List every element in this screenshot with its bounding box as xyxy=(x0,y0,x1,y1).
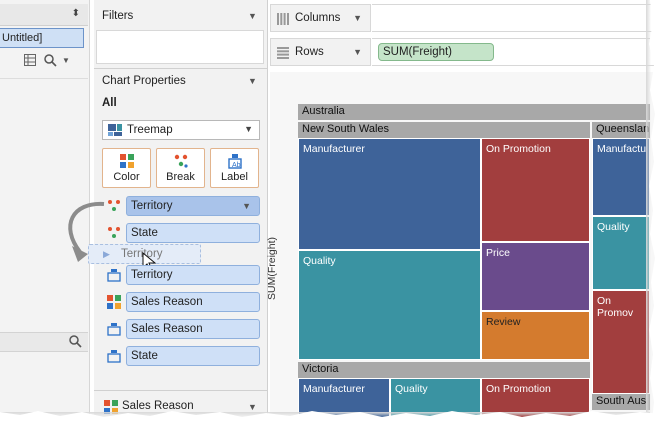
treemap-cell[interactable]: Manufactu xyxy=(592,138,650,216)
treemap-cell[interactable]: On Promov xyxy=(592,290,650,394)
break-icon xyxy=(108,200,120,211)
rows-shelf[interactable]: Rows ▼ xyxy=(270,38,371,66)
treemap-icon xyxy=(108,124,122,136)
sales-reason-color-pill[interactable]: Sales Reason xyxy=(126,292,260,312)
color-icon xyxy=(119,154,134,168)
search-icon[interactable] xyxy=(69,335,82,351)
y-axis-label: SUM(Freight) xyxy=(266,236,278,300)
divider xyxy=(94,68,268,69)
color-button[interactable]: Color xyxy=(102,148,151,188)
divider xyxy=(0,78,88,79)
state-label-pill[interactable]: State xyxy=(126,346,260,366)
table-view-icon[interactable] xyxy=(24,54,36,69)
sales-reason-label-pill[interactable]: Sales Reason xyxy=(126,319,260,339)
pill-label: Territory xyxy=(131,269,173,281)
columns-icon xyxy=(277,13,289,25)
pill-label: Sales Reason xyxy=(131,296,203,308)
pill-label: State xyxy=(131,227,158,239)
pill-label: Territory xyxy=(131,200,173,212)
updown-icon[interactable]: ⬍ xyxy=(72,8,80,19)
mark-type-select[interactable]: Treemap ▼ xyxy=(102,120,260,140)
treemap-cell[interactable]: Review xyxy=(481,311,590,360)
sum-freight-pill[interactable]: SUM(Freight) xyxy=(378,43,494,61)
territory-break-pill[interactable]: Territory ▼ xyxy=(126,196,260,216)
filters-drop-area[interactable] xyxy=(96,30,264,64)
break-button[interactable]: Break xyxy=(156,148,205,188)
break-button-label: Break xyxy=(166,171,195,183)
nsw-header[interactable]: New South Wales xyxy=(298,122,590,138)
color-icon xyxy=(107,295,121,309)
label-icon: Ab xyxy=(227,154,242,169)
all-marks-label: All xyxy=(102,97,117,109)
play-icon: ▶ xyxy=(103,249,110,259)
pill-label: State xyxy=(131,350,158,362)
label-icon xyxy=(107,323,121,336)
label-button[interactable]: Ab Label xyxy=(210,148,259,188)
data-pane-header: ⬍ xyxy=(0,4,88,26)
torn-edge-bottom xyxy=(0,411,663,430)
treemap-cell[interactable]: Price xyxy=(481,242,590,311)
queensland-header[interactable]: Queenslan xyxy=(592,122,650,138)
filters-caret-icon[interactable]: ▼ xyxy=(248,11,257,21)
treemap-cell[interactable]: On Promotion xyxy=(481,138,590,242)
torn-edge-right xyxy=(649,0,663,430)
chevron-down-icon[interactable]: ▼ xyxy=(353,13,362,23)
state-break-pill[interactable]: State xyxy=(126,223,260,243)
pill-label: Sales Reason xyxy=(131,323,203,335)
field-search-bar[interactable] xyxy=(0,332,88,352)
treemap-cell[interactable]: Quality xyxy=(592,216,650,290)
columns-shelf[interactable]: Columns ▼ xyxy=(270,4,371,32)
divider xyxy=(94,390,268,391)
chart-properties-caret-icon[interactable]: ▼ xyxy=(248,76,257,86)
rows-label: Rows xyxy=(295,46,324,58)
chevron-down-icon: ▼ xyxy=(244,124,253,134)
break-icon xyxy=(108,227,120,238)
columns-label: Columns xyxy=(295,12,341,24)
break-icon xyxy=(174,154,188,168)
australia-header[interactable]: Australia xyxy=(298,104,650,120)
svg-text:Ab: Ab xyxy=(232,162,241,169)
victoria-header[interactable]: Victoria xyxy=(298,362,590,378)
label-icon xyxy=(107,269,121,282)
filters-title: Filters xyxy=(102,10,134,22)
columns-drop-area[interactable] xyxy=(372,4,663,32)
mark-type-label: Treemap xyxy=(127,124,173,136)
chart-properties-title: Chart Properties xyxy=(102,75,186,87)
color-button-label: Color xyxy=(113,171,140,183)
data-pane-toolbar: ▼ xyxy=(22,54,88,70)
treemap-cell[interactable]: Quality xyxy=(298,250,481,360)
territory-label-pill[interactable]: Territory xyxy=(126,265,260,285)
search-icon[interactable] xyxy=(44,54,57,70)
chevron-down-icon[interactable]: ▼ xyxy=(353,47,362,57)
chevron-down-icon[interactable]: ▼ xyxy=(62,56,70,65)
rows-icon xyxy=(277,47,289,59)
chevron-down-icon[interactable]: ▼ xyxy=(242,197,251,215)
label-button-label: Label xyxy=(221,171,248,183)
sheet-name-field[interactable]: Untitled] xyxy=(0,28,84,48)
label-icon xyxy=(107,350,121,363)
treemap-cell[interactable]: Manufacturer xyxy=(298,138,481,250)
